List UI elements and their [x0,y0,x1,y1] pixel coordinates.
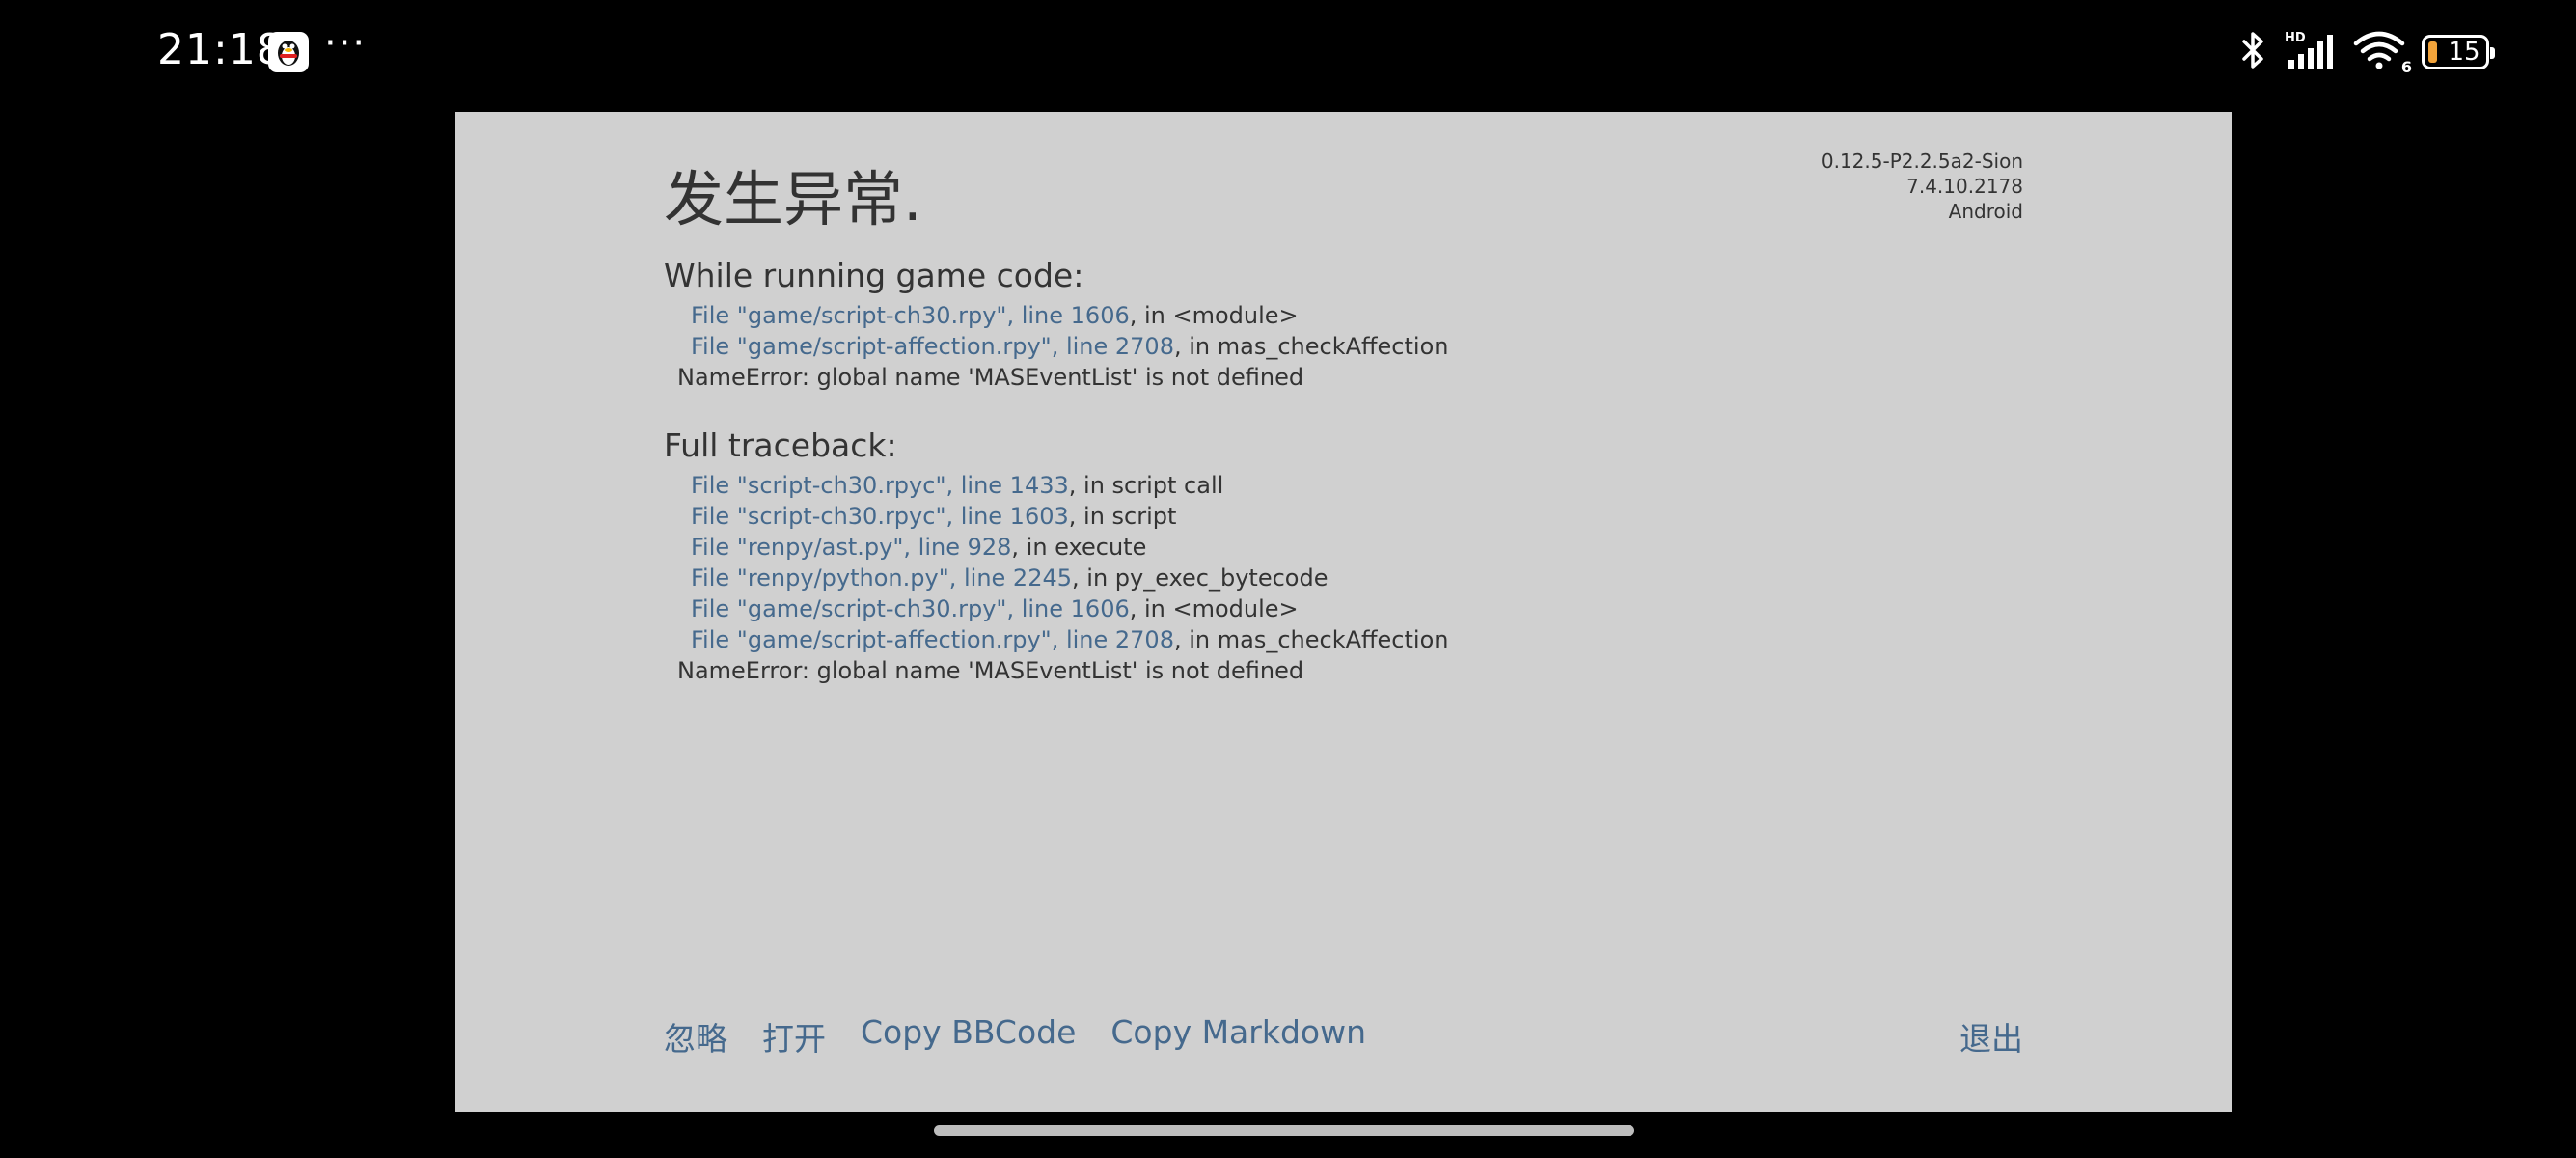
qq-penguin-icon [268,32,309,72]
traceback-file-link[interactable]: File "renpy/ast.py", line 928 [691,534,1011,561]
copy-markdown-button[interactable]: Copy Markdown [1110,1013,1366,1060]
traceback-file-link[interactable]: File "game/script-affection.rpy", line 2… [691,626,1174,653]
traceback-frame: File "game/script-affection.rpy", line 2… [664,331,1918,362]
traceback-frame-context: , in <module> [1129,595,1299,622]
bluetooth-icon [2238,31,2267,73]
quit-button[interactable]: 退出 [1959,1013,2023,1060]
traceback-file-link[interactable]: File "renpy/python.py", line 2245 [691,565,1072,592]
traceback-frame: File "game/script-ch30.rpy", line 1606, … [664,300,1918,331]
game-code-section: While running game code: File "game/scri… [664,257,1918,393]
status-icons: HD 6 15 [2238,29,2495,76]
ignore-button[interactable]: 忽略 [664,1013,727,1060]
traceback-file-link[interactable]: File "script-ch30.rpyc", line 1603 [691,503,1069,530]
gesture-home-bar[interactable] [934,1125,1634,1136]
traceback-frame: File "game/script-ch30.rpy", line 1606, … [664,593,1918,624]
traceback-frame: File "script-ch30.rpyc", line 1433, in s… [664,470,1918,501]
section-heading: While running game code: [664,257,1084,294]
version-line: 7.4.10.2178 [1906,175,2023,198]
status-bar: 21:18 ··· HD 6 15 [0,0,2576,106]
traceback-frame: File "game/script-affection.rpy", line 2… [664,624,1918,655]
traceback-file-link[interactable]: File "game/script-ch30.rpy", line 1606 [691,595,1130,622]
version-line: Android [1948,200,2023,223]
traceback-frame-context: , in mas_checkAffection [1173,626,1449,653]
battery-icon: 15 [2422,35,2495,69]
error-message: NameError: global name 'MASEventList' is… [677,657,1304,684]
battery-fill [2428,41,2437,63]
traceback-frame-context: , in mas_checkAffection [1173,333,1449,360]
battery-level: 15 [2448,38,2480,67]
full-traceback-section: Full traceback: File "script-ch30.rpyc",… [664,427,1918,686]
wifi-icon: 6 [2352,30,2412,76]
version-info: 0.12.5-P2.2.5a2-Sion 7.4.10.2178 Android [1822,149,2023,224]
section-heading: Full traceback: [664,427,897,464]
version-line: 0.12.5-P2.2.5a2-Sion [1821,150,2023,173]
error-dialog: 0.12.5-P2.2.5a2-Sion 7.4.10.2178 Android… [455,112,2232,1112]
copy-bbcode-button[interactable]: Copy BBCode [861,1013,1076,1060]
traceback-frame-context: , in script [1068,503,1177,530]
overflow-dots-icon: ··· [324,21,368,66]
traceback-frame-context: , in <module> [1129,302,1299,329]
svg-text:HD: HD [2285,31,2306,45]
action-bar: 忽略 打开 Copy BBCode Copy Markdown [664,1013,1366,1060]
traceback-frame-context: , in py_exec_bytecode [1072,565,1329,592]
traceback-file-link[interactable]: File "game/script-affection.rpy", line 2… [691,333,1174,360]
traceback-frame: File "script-ch30.rpyc", line 1603, in s… [664,501,1918,532]
traceback-frame-context: , in execute [1011,534,1147,561]
traceback-frame: File "renpy/python.py", line 2245, in py… [664,563,1918,593]
traceback-frame: File "renpy/ast.py", line 928, in execut… [664,532,1918,563]
status-time: 21:18 [157,25,285,74]
wifi-badge: 6 [2400,58,2412,76]
traceback-file-link[interactable]: File "game/script-ch30.rpy", line 1606 [691,302,1130,329]
hd-signal-icon: HD [2283,29,2337,75]
page-title: 发生异常. [664,164,922,234]
traceback-frame-context: , in script call [1068,472,1224,499]
traceback-file-link[interactable]: File "script-ch30.rpyc", line 1433 [691,472,1069,499]
open-button[interactable]: 打开 [762,1013,826,1060]
error-message: NameError: global name 'MASEventList' is… [677,364,1304,391]
